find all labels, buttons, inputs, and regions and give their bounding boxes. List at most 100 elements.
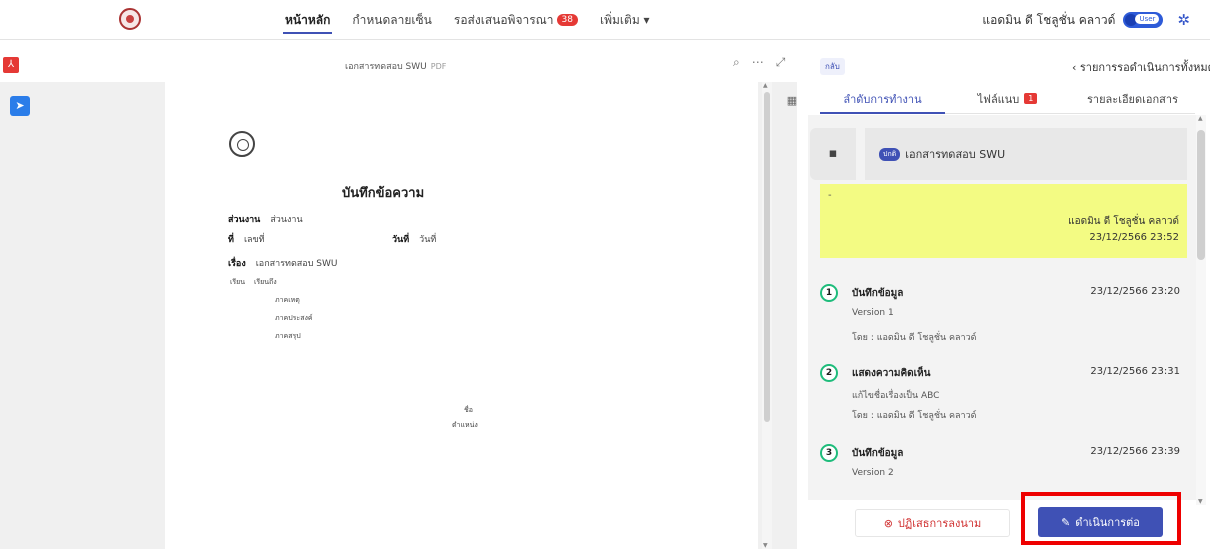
doc-subject-label: เรื่อง: [228, 259, 246, 269]
pdf-scrollbar[interactable]: ▲ ▼: [762, 82, 772, 549]
comment-title-text: เอกสารทดสอบ SWU: [905, 148, 1006, 161]
doc-to-line: เรียน เรียนถึง: [230, 277, 277, 288]
step-title: บันทึกข้อมูล: [852, 448, 904, 459]
pdf-extension: PDF: [430, 62, 447, 71]
step-author: โดย : แอดมิน ดี โชลูชั่น คลาวด์: [852, 333, 977, 343]
comment-icon: ▪: [810, 128, 856, 180]
nav-more-label: เพิ่มเติม ▾: [600, 12, 650, 27]
reject-label: ปฏิเสธการลงนาม: [897, 517, 982, 530]
step-title: บันทึกข้อมูล: [852, 288, 904, 299]
scroll-up-icon[interactable]: ▲: [763, 82, 768, 89]
edit-icon: ✎: [1061, 515, 1071, 529]
pdf-file-icon: ⅄: [3, 57, 19, 73]
pdf-toolbar: ⅄ เอกสารทดสอบ SWU PDF ⌕ ⋯ ⤢: [0, 55, 797, 79]
panel-scrollbar[interactable]: ▲ ▼: [1196, 115, 1206, 505]
doc-intro: ภาคเหตุ: [275, 296, 300, 304]
step-version: Version 2: [852, 468, 894, 478]
proceed-label: ดำเนินการต่อ: [1075, 516, 1140, 529]
step-time: 23/12/2566 23:39: [1090, 446, 1180, 457]
doc-subject-line: เรื่อง เอกสารทดสอบ SWU: [228, 256, 337, 270]
thumbnails-icon[interactable]: ▦: [782, 94, 802, 107]
doc-subject-value: เอกสารทดสอบ SWU: [255, 259, 338, 269]
step-comment: แก้ไขชื่อเรื่องเป็น ABC: [852, 391, 940, 401]
doc-ref-value: เลขที่: [243, 235, 265, 245]
priority-tag: ปกติ: [879, 147, 901, 161]
university-logo[interactable]: [119, 8, 141, 30]
doc-sign-name: ชื่อ: [464, 406, 473, 414]
note-text: -: [828, 190, 832, 201]
step-number: 3: [820, 444, 838, 462]
step-title: แสดงความคิดเห็น: [852, 368, 931, 379]
pdf-scroll-thumb[interactable]: [764, 92, 770, 422]
step-version: Version 1: [852, 308, 894, 318]
nav-pending-label: รอส่งเสนอพิจารณา: [453, 12, 554, 27]
panel-scroll-down-icon[interactable]: ▼: [1198, 498, 1203, 505]
doc-unit-value: ส่วนงาน: [270, 215, 303, 225]
doc-sign-position: ตำแหน่ง: [452, 421, 478, 429]
reject-signature-button[interactable]: ⊗ ปฏิเสธการลงนาม: [855, 509, 1010, 537]
step-author: โดย : แอดมิน ดี โชลูชั่น คลาวด์: [852, 411, 977, 421]
step-number: 1: [820, 284, 838, 302]
reject-icon: ⊗: [883, 516, 893, 530]
tab-document-details[interactable]: รายละเอียดเอกสาร: [1070, 84, 1195, 113]
doc-to-label: เรียน: [230, 278, 246, 286]
pending-count-badge: 38: [556, 14, 578, 26]
tab-attachments[interactable]: ไฟล์แนบ 1: [945, 84, 1070, 113]
tab-workflow-label: ลำดับการทำงาน: [843, 92, 922, 106]
doc-summary: ภาคสรุป: [275, 332, 301, 340]
pending-list-pager[interactable]: ‹ รายการรอดำเนินการทั้งหมด(4) ›: [1072, 58, 1210, 76]
attachments-count-badge: 1: [1024, 93, 1038, 104]
document-logo-seal: [229, 131, 255, 157]
back-button[interactable]: กลับ: [820, 58, 845, 75]
toggle-label: User: [1135, 14, 1160, 24]
doc-title: บันทึกข้อความ: [342, 186, 425, 201]
comment-title: ปกติ เอกสารทดสอบ SWU: [865, 128, 1187, 180]
panel-scroll-thumb[interactable]: [1197, 130, 1205, 260]
note-card: - แอดมิน ดี โชลูชั่น คลาวด์ 23/12/2566 2…: [820, 184, 1187, 258]
pdf-page: [165, 82, 758, 549]
note-time: 23/12/2566 23:52: [1089, 232, 1179, 243]
step-time: 23/12/2566 23:20: [1090, 286, 1180, 297]
doc-purpose: ภาคประสงค์: [275, 314, 313, 322]
doc-to-value: เรียนถึง: [253, 278, 277, 286]
top-nav-bar: หน้าหลัก กำหนดลายเซ็น รอส่งเสนอพิจารณา 38…: [0, 0, 1210, 40]
nav-home-label: หน้าหลัก: [285, 12, 331, 27]
panel-scroll-up-icon[interactable]: ▲: [1198, 115, 1203, 122]
more-options-icon[interactable]: ⋯: [752, 55, 764, 70]
step-time: 23/12/2566 23:31: [1090, 366, 1180, 377]
pdf-filename-text: เอกสารทดสอบ SWU: [345, 62, 427, 72]
doc-date-line: วันที่ วันที่: [392, 232, 436, 246]
doc-ref-line: ที่ เลขที่: [228, 232, 265, 246]
main-nav: หน้าหลัก กำหนดลายเซ็น รอส่งเสนอพิจารณา 38…: [282, 0, 650, 40]
panel-header: กลับ ‹ รายการรอดำเนินการทั้งหมด(4) ›: [820, 57, 1210, 79]
tab-details-label: รายละเอียดเอกสาร: [1087, 92, 1178, 106]
scroll-down-icon[interactable]: ▼: [763, 542, 768, 549]
doc-date-value: วันที่: [419, 235, 437, 245]
nav-signature[interactable]: กำหนดลายเซ็น: [352, 0, 431, 40]
tab-attachments-label: ไฟล์แนบ: [977, 92, 1020, 106]
select-tool-icon[interactable]: ➤: [10, 96, 30, 116]
panel-tabs: ลำดับการทำงาน ไฟล์แนบ 1 รายละเอียดเอกสาร: [820, 84, 1195, 114]
doc-unit-line: ส่วนงาน ส่วนงาน: [228, 212, 303, 226]
proceed-button[interactable]: ✎ ดำเนินการต่อ: [1038, 507, 1163, 537]
user-name[interactable]: แอดมิน ดี โชลูชั่น คลาวด์: [982, 11, 1115, 30]
doc-unit-label: ส่วนงาน: [228, 215, 261, 225]
pdf-filename: เอกสารทดสอบ SWU PDF: [345, 59, 446, 73]
nav-signature-label: กำหนดลายเซ็น: [352, 12, 432, 27]
step-number: 2: [820, 364, 838, 382]
role-toggle[interactable]: User: [1123, 12, 1164, 28]
user-area: แอดมิน ดี โชลูชั่น คลาวด์ User ✲: [982, 0, 1190, 40]
workflow-timeline: 1 บันทึกข้อมูล 23/12/2566 23:20 Version …: [818, 270, 1188, 500]
search-icon[interactable]: ⌕: [733, 55, 740, 70]
nav-pending[interactable]: รอส่งเสนอพิจารณา 38: [454, 0, 578, 40]
note-author: แอดมิน ดี โชลูชั่น คลาวด์: [1068, 216, 1179, 227]
pdf-tools: ⌕ ⋯ ⤢: [733, 55, 785, 70]
comment-header: ▪ ปกติ เอกสารทดสอบ SWU: [810, 128, 1187, 180]
doc-date-label: วันที่: [392, 235, 410, 245]
tab-workflow[interactable]: ลำดับการทำงาน: [820, 84, 945, 114]
doc-ref-label: ที่: [228, 235, 234, 245]
gear-icon[interactable]: ✲: [1177, 11, 1190, 29]
nav-more[interactable]: เพิ่มเติม ▾: [600, 0, 650, 40]
nav-home[interactable]: หน้าหลัก: [282, 0, 333, 40]
expand-icon[interactable]: ⤢: [776, 55, 786, 70]
